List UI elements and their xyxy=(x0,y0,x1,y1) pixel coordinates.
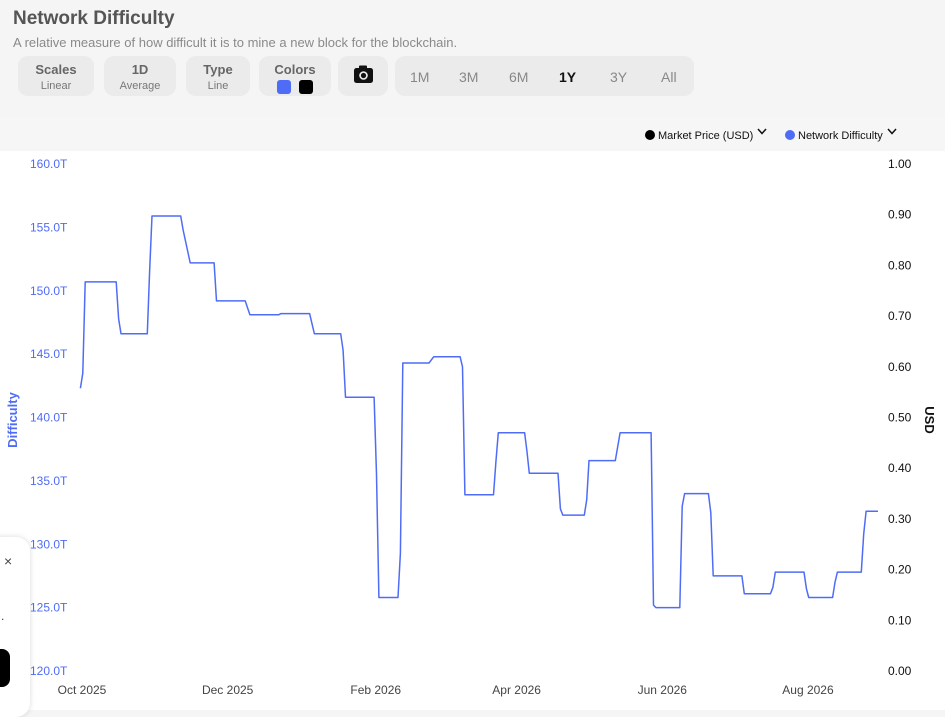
y2-tick-label: 1.00 xyxy=(888,157,912,171)
x-tick-label: Feb 2026 xyxy=(350,683,401,697)
y2-tick-label: 0.10 xyxy=(888,613,912,627)
y-tick-label: 130.0T xyxy=(30,537,68,551)
y2-tick-label: 0.80 xyxy=(888,258,912,272)
y2-tick-label: 0.30 xyxy=(888,512,912,526)
y2-tick-label: 0.20 xyxy=(888,563,912,577)
x-tick-label: Dec 2025 xyxy=(202,683,254,697)
x-tick-label: Aug 2026 xyxy=(782,683,834,697)
close-icon[interactable]: × xyxy=(4,553,12,569)
y-tick-label: 120.0T xyxy=(30,664,68,678)
y2-tick-label: 0.60 xyxy=(888,360,912,374)
y2-tick-label: 0.00 xyxy=(888,664,912,678)
y2-tick-label: 0.50 xyxy=(888,411,912,425)
y-tick-label: 150.0T xyxy=(30,284,68,298)
y-tick-label: 135.0T xyxy=(30,474,68,488)
y-tick-label: 145.0T xyxy=(30,347,68,361)
x-tick-label: Apr 2026 xyxy=(492,683,541,697)
notification-popup: × . xyxy=(0,537,30,717)
y2-tick-label: 0.90 xyxy=(888,208,912,222)
y2-tick-label: 0.40 xyxy=(888,461,912,475)
y2-tick-label: 0.70 xyxy=(888,309,912,323)
y-axis-label: Difficulty xyxy=(5,391,20,447)
difficulty-chart: 120.0T 125.0T 130.0T 135.0T 140.0T 145.0T 150.… xyxy=(5,157,937,697)
y-tick-label: 125.0T xyxy=(30,601,68,615)
x-tick-label: Jun 2026 xyxy=(638,683,688,697)
y-tick-label: 155.0T xyxy=(30,220,68,234)
y2-axis-label: USD xyxy=(922,406,937,433)
series-line-network-difficulty xyxy=(79,215,878,609)
popup-action-button[interactable] xyxy=(0,649,10,687)
y-tick-label: 140.0T xyxy=(30,411,68,425)
x-tick-label: Oct 2025 xyxy=(58,683,107,697)
y-tick-label: 160.0T xyxy=(30,157,68,171)
popup-text-fragment: . xyxy=(1,609,5,623)
